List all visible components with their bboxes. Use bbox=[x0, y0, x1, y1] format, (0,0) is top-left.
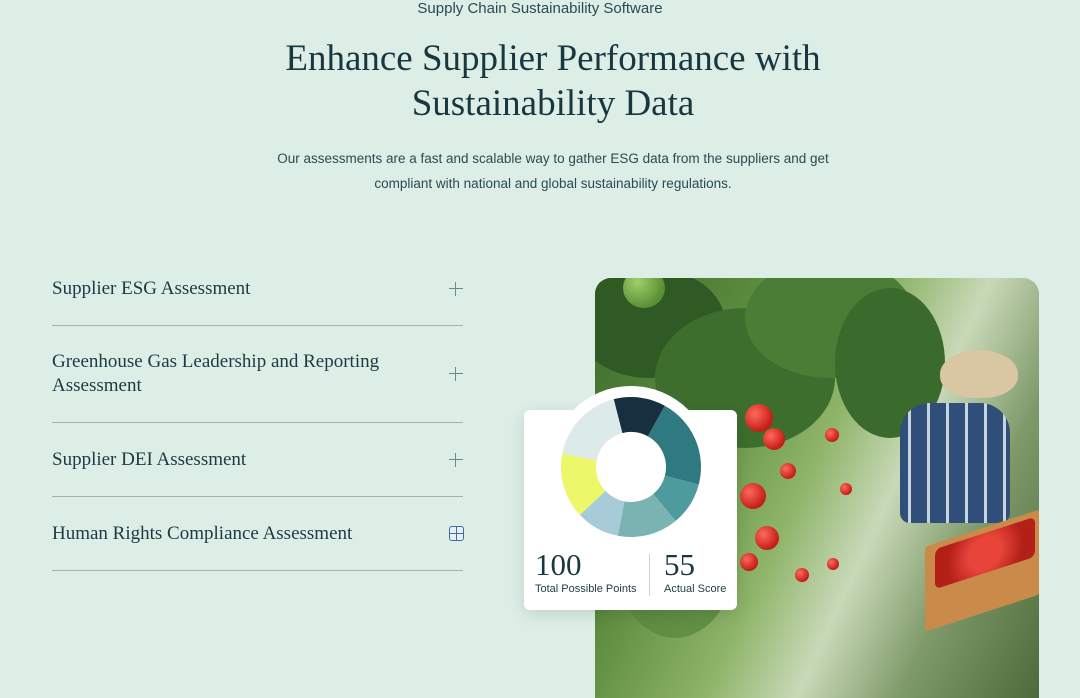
accordion-item-greenhouse-gas[interactable]: Greenhouse Gas Leadership and Reporting … bbox=[52, 326, 463, 423]
plus-icon[interactable] bbox=[449, 281, 463, 296]
accordion-item-label: Supplier DEI Assessment bbox=[52, 448, 247, 470]
accordion-item-supplier-dei[interactable]: Supplier DEI Assessment bbox=[52, 423, 463, 497]
eyebrow-text: Supply Chain Sustainability Software bbox=[417, 0, 663, 17]
assessment-accordion: Supplier ESG Assessment Greenhouse Gas L… bbox=[52, 252, 464, 571]
donut-segment-6 bbox=[562, 399, 623, 461]
accordion-item-human-rights[interactable]: Human Rights Compliance Assessment bbox=[52, 497, 464, 571]
grid-plus-icon[interactable] bbox=[449, 526, 464, 541]
page-subtext: Our assessments are a fast and scalable … bbox=[277, 151, 829, 191]
page-headline: Enhance Supplier Performance with Sustai… bbox=[285, 38, 821, 124]
accordion-item-label: Supplier ESG Assessment bbox=[52, 277, 251, 299]
accordion-item-label: Human Rights Compliance Assessment bbox=[52, 522, 353, 544]
actual-score-label: Actual Score bbox=[664, 583, 727, 595]
actual-score-value: 55 bbox=[664, 547, 695, 582]
total-points-value: 100 bbox=[535, 547, 582, 582]
accordion-item-supplier-esg[interactable]: Supplier ESG Assessment bbox=[52, 252, 463, 326]
actual-score-block: 55 Actual Score bbox=[664, 547, 727, 596]
plus-icon[interactable] bbox=[449, 367, 463, 381]
plus-icon[interactable] bbox=[449, 452, 463, 467]
score-divider bbox=[649, 554, 650, 596]
accordion-item-label: Greenhouse Gas Leadership and Reporting … bbox=[52, 351, 380, 396]
score-donut-chart bbox=[561, 397, 701, 537]
total-points-label: Total Possible Points bbox=[535, 583, 637, 595]
total-points-block: 100 Total Possible Points bbox=[535, 547, 637, 596]
